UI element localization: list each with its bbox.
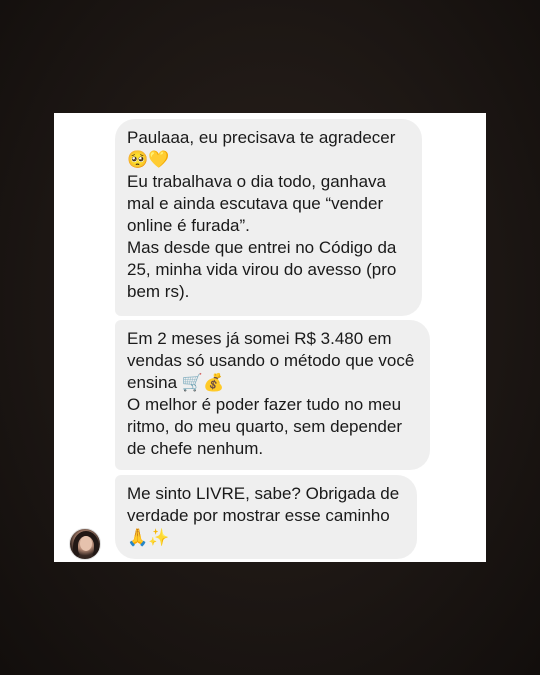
message-2-paragraph-2: O melhor é poder fazer tudo no meu ritmo…: [127, 395, 402, 458]
avatar-face-shape: [80, 536, 92, 551]
message-2-paragraph-1: Em 2 meses já somei R$ 3.480 em vendas s…: [127, 329, 415, 392]
message-bubble-2: Em 2 meses já somei R$ 3.480 em vendas s…: [115, 320, 430, 470]
message-3-paragraph-1: Me sinto LIVRE, sabe? Obrigada de verdad…: [127, 484, 400, 547]
sender-avatar[interactable]: [69, 528, 101, 560]
message-bubble-1: Paulaaa, eu precisava te agradecer 🥺💛 Eu…: [115, 119, 422, 316]
message-1-paragraph-2: Eu trabalhava o dia todo, ganhava mal e …: [127, 172, 386, 235]
message-bubble-3: Me sinto LIVRE, sabe? Obrigada de verdad…: [115, 475, 417, 559]
message-1-paragraph-1: Paulaaa, eu precisava te agradecer 🥺💛: [127, 128, 396, 169]
message-1-paragraph-3: Mas desde que entrei no Código da 25, mi…: [127, 238, 397, 301]
chat-screenshot-card: Paulaaa, eu precisava te agradecer 🥺💛 Eu…: [54, 113, 486, 562]
